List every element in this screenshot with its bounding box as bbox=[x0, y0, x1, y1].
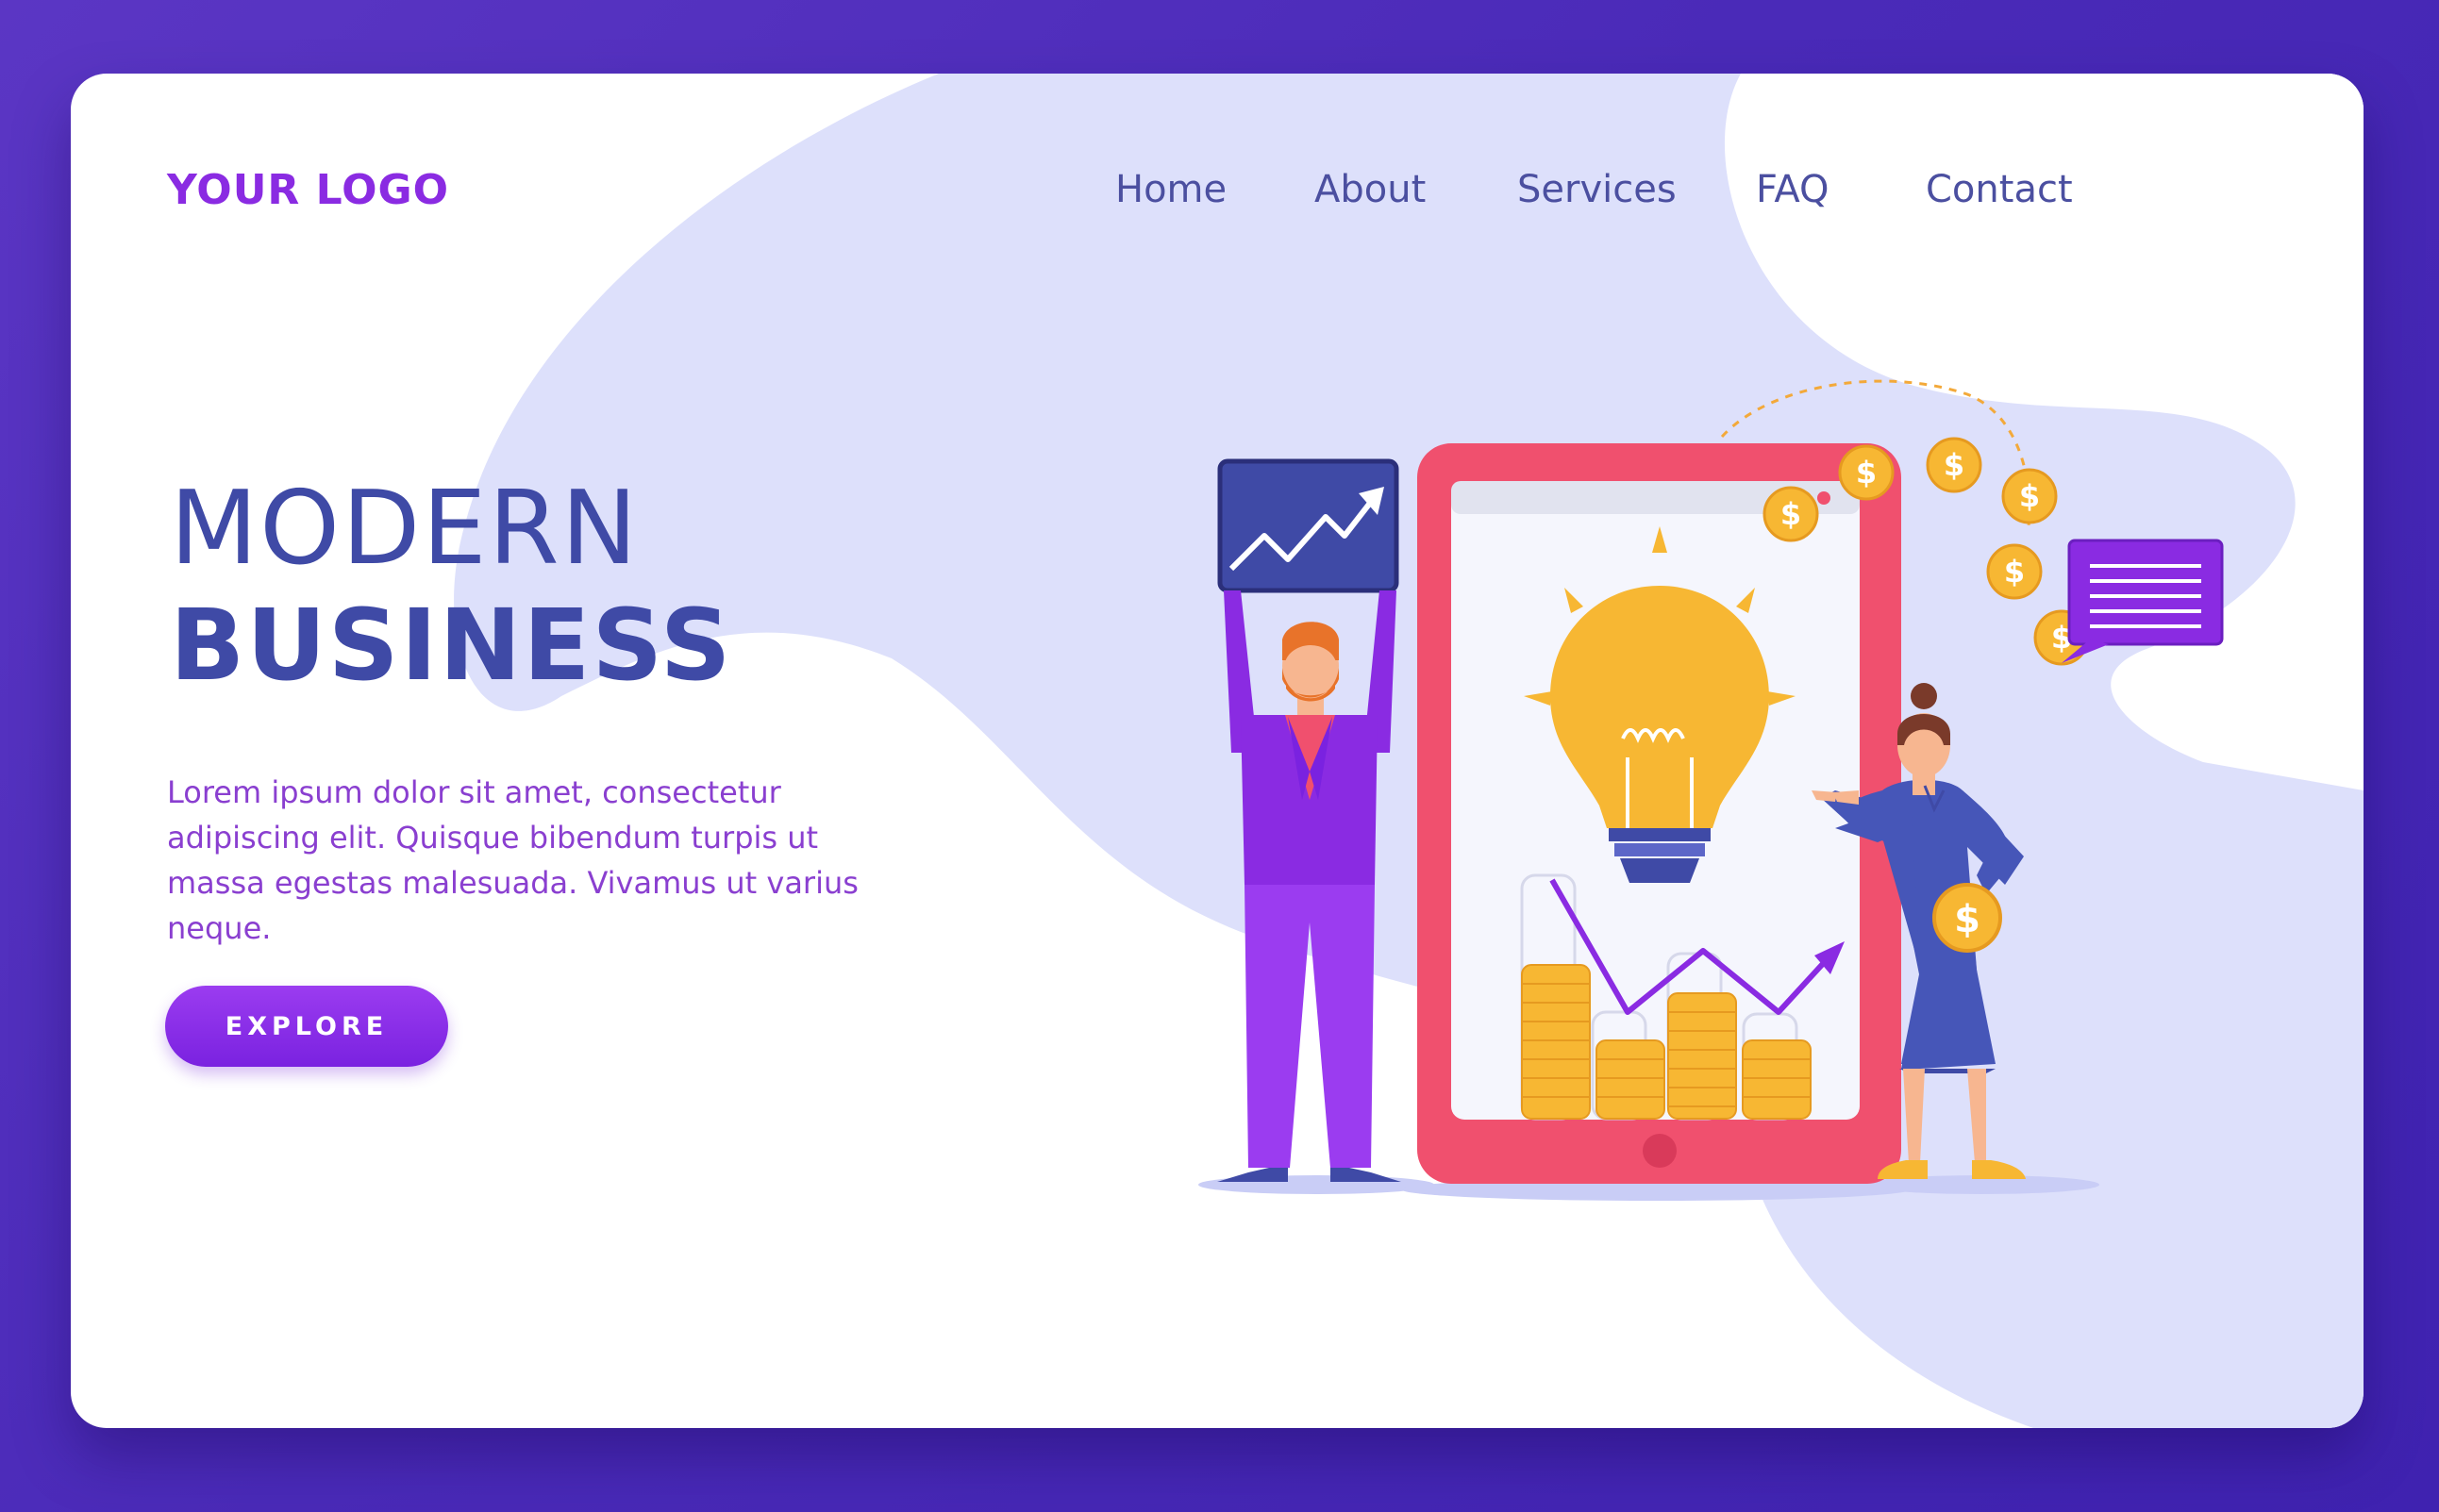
man-figure bbox=[1217, 590, 1401, 1182]
svg-text:$: $ bbox=[2004, 554, 2025, 590]
svg-text:$: $ bbox=[1856, 455, 1877, 490]
svg-text:$: $ bbox=[1944, 447, 1964, 483]
business-growth-illustration: $ $ $ $ $ $ $ bbox=[1198, 379, 2224, 1201]
svg-text:$: $ bbox=[1780, 496, 1801, 532]
trend-up-chart-icon bbox=[1217, 458, 1399, 593]
svg-text:$: $ bbox=[2019, 478, 2040, 514]
svg-text:$: $ bbox=[1954, 898, 1980, 941]
chat-bubble-icon bbox=[2062, 539, 2224, 663]
dollar-coin-icon: $ bbox=[1932, 883, 2002, 953]
landing-card: YOUR LOGO Home About Services FAQ Contac… bbox=[71, 74, 2364, 1428]
